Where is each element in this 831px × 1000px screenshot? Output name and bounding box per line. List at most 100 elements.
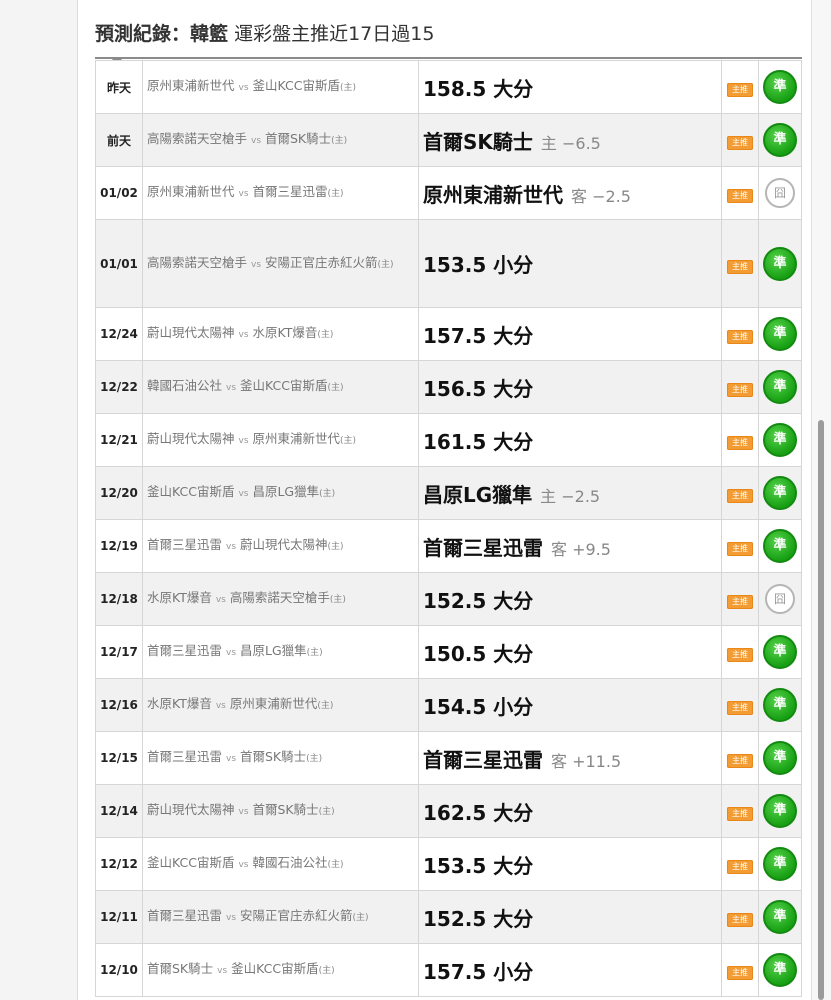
home-marker: (主) bbox=[317, 701, 334, 711]
table-row: 01/02 原州東浦新世代 vs 首爾三星迅雷(主) 原州東浦新世代客 −2.5 主推… bbox=[95, 166, 802, 220]
record-pick: 152.5 大分 bbox=[418, 572, 722, 626]
home-marker: (主) bbox=[318, 966, 335, 976]
pick-odds: 客 +9.5 bbox=[551, 539, 611, 559]
main-pick-tag-icon: 主推 bbox=[727, 860, 753, 874]
vs-label: vs bbox=[251, 259, 262, 270]
main-pick-tag-icon: 主推 bbox=[727, 595, 753, 609]
table-row: 12/20 釜山KCC宙斯盾 vs 昌原LG獵隼(主) 昌原LG獵隼主 −2.5 主推… bbox=[95, 466, 802, 520]
table-row: 12/19 首爾三星迅雷 vs 蔚山現代太陽神(主) 首爾三星迅雷客 +9.5 主推準 bbox=[95, 519, 802, 573]
record-matchup[interactable]: 蔚山現代太陽神 vs 原州東浦新世代(主) bbox=[142, 413, 419, 467]
hit-badge-icon: 準 bbox=[763, 953, 797, 987]
record-matchup[interactable]: 釜山KCC宙斯盾 vs 昌原LG獵隼(主) bbox=[142, 466, 419, 520]
away-team: 水原KT爆音 bbox=[147, 590, 212, 605]
record-matchup[interactable]: 首爾SK騎士 vs 釜山KCC宙斯盾(主) bbox=[142, 943, 419, 997]
hit-badge-icon: 準 bbox=[763, 688, 797, 722]
table-row: 12/18 水原KT爆音 vs 高陽索諾天空槍手(主) 152.5 大分 主推囧 bbox=[95, 572, 802, 626]
main-pick-tag-icon: 主推 bbox=[727, 189, 753, 203]
away-team: 釜山KCC宙斯盾 bbox=[147, 855, 235, 870]
away-team: 水原KT爆音 bbox=[147, 696, 212, 711]
vs-label: vs bbox=[238, 189, 249, 199]
away-team: 蔚山現代太陽神 bbox=[147, 325, 235, 340]
home-team: 首爾三星迅雷 bbox=[252, 184, 328, 199]
record-pick: 162.5 大分 bbox=[418, 784, 722, 838]
home-marker: (主) bbox=[377, 259, 394, 270]
record-matchup[interactable]: 原州東浦新世代 vs 首爾三星迅雷(主) bbox=[142, 166, 419, 220]
table-row: 昨天 原州東浦新世代 vs 釜山KCC宙斯盾(主) 158.5 大分 主推準 bbox=[95, 60, 802, 114]
record-matchup[interactable]: 原州東浦新世代 vs 釜山KCC宙斯盾(主) bbox=[142, 60, 419, 114]
record-result-cell: 準 bbox=[758, 466, 802, 520]
scrollbar-thumb[interactable] bbox=[818, 420, 824, 1000]
record-tag-cell: 主推 bbox=[721, 519, 759, 573]
record-date: 12/15 bbox=[95, 731, 143, 785]
left-gutter bbox=[0, 0, 78, 1000]
home-marker: (主) bbox=[340, 436, 357, 446]
home-team: 原州東浦新世代 bbox=[252, 431, 341, 446]
record-matchup[interactable]: 高陽索諾天空槍手 vs 安陽正官庄赤紅火箭(主) bbox=[142, 219, 419, 308]
main-pick-tag-icon: 主推 bbox=[727, 259, 753, 274]
record-pick: 首爾三星迅雷客 +11.5 bbox=[418, 731, 722, 785]
record-matchup[interactable]: 韓國石油公社 vs 釜山KCC宙斯盾(主) bbox=[142, 360, 419, 414]
record-matchup[interactable]: 首爾三星迅雷 vs 蔚山現代太陽神(主) bbox=[142, 519, 419, 573]
home-team: 水原KT爆音 bbox=[252, 325, 318, 340]
record-matchup[interactable]: 首爾三星迅雷 vs 安陽正官庄赤紅火箭(主) bbox=[142, 890, 419, 944]
home-marker: (主) bbox=[327, 860, 344, 870]
record-pick: 157.5 小分 bbox=[418, 943, 722, 997]
record-tag-cell: 主推 bbox=[721, 60, 759, 114]
hit-badge-icon: 準 bbox=[763, 529, 797, 563]
record-pick: 首爾SK騎士主 −6.5 bbox=[418, 113, 722, 167]
record-matchup[interactable]: 蔚山現代太陽神 vs 首爾SK騎士(主) bbox=[142, 784, 419, 838]
vs-label: vs bbox=[238, 83, 249, 93]
main-pick-tag-icon: 主推 bbox=[727, 330, 753, 344]
main-pick-tag-icon: 主推 bbox=[727, 807, 753, 821]
main-pick-tag-icon: 主推 bbox=[727, 648, 753, 662]
vs-label: vs bbox=[226, 383, 237, 393]
record-matchup[interactable]: 水原KT爆音 vs 原州東浦新世代(主) bbox=[142, 678, 419, 732]
away-team: 原州東浦新世代 bbox=[147, 78, 235, 93]
record-matchup[interactable]: 高陽索諾天空槍手 vs 首爾SK騎士(主) bbox=[142, 113, 419, 167]
record-result-cell: 準 bbox=[758, 625, 802, 679]
record-tag-cell: 主推 bbox=[721, 837, 759, 891]
record-matchup[interactable]: 首爾三星迅雷 vs 首爾SK騎士(主) bbox=[142, 731, 419, 785]
vs-label: vs bbox=[238, 489, 249, 499]
vs-label: vs bbox=[215, 701, 226, 711]
main-pick-tag-icon: 主推 bbox=[727, 383, 753, 397]
record-date: 12/21 bbox=[95, 413, 143, 467]
home-team: 安陽正官庄赤紅火箭 bbox=[265, 254, 378, 270]
home-marker: (主) bbox=[317, 330, 334, 340]
table-row: 12/10 首爾SK騎士 vs 釜山KCC宙斯盾(主) 157.5 小分 主推準 bbox=[95, 943, 802, 997]
main-pick-tag-icon: 主推 bbox=[727, 489, 753, 503]
record-tag-cell: 主推 bbox=[721, 943, 759, 997]
record-date: 12/10 bbox=[95, 943, 143, 997]
record-matchup[interactable]: 水原KT爆音 vs 高陽索諾天空槍手(主) bbox=[142, 572, 419, 626]
record-pick: 152.5 大分 bbox=[418, 890, 722, 944]
record-date: 12/14 bbox=[95, 784, 143, 838]
main-pick-tag-icon: 主推 bbox=[727, 436, 753, 450]
pick-text: 152.5 大分 bbox=[423, 906, 534, 931]
pick-text: 原州東浦新世代 bbox=[423, 182, 563, 207]
home-marker: (主) bbox=[327, 189, 344, 199]
pick-text: 首爾三星迅雷 bbox=[423, 747, 543, 772]
home-marker: (主) bbox=[319, 489, 336, 499]
record-date: 12/11 bbox=[95, 890, 143, 944]
pick-text: 157.5 大分 bbox=[423, 323, 534, 348]
record-matchup[interactable]: 蔚山現代太陽神 vs 水原KT爆音(主) bbox=[142, 307, 419, 361]
pick-text: 首爾SK騎士 bbox=[423, 129, 533, 154]
title-bold: 預測紀錄：韓籃 bbox=[95, 23, 229, 45]
away-team: 原州東浦新世代 bbox=[147, 184, 235, 199]
main-pick-tag-icon: 主推 bbox=[727, 136, 753, 150]
record-result-cell: 準 bbox=[758, 784, 802, 838]
away-team: 釜山KCC宙斯盾 bbox=[147, 484, 235, 499]
vs-label: vs bbox=[238, 860, 249, 870]
record-pick: 157.5 大分 bbox=[418, 307, 722, 361]
home-team: 昌原LG獵隼 bbox=[252, 484, 320, 499]
record-date: 12/12 bbox=[95, 837, 143, 891]
pick-odds: 主 −6.5 bbox=[540, 133, 601, 153]
home-marker: (主) bbox=[329, 595, 346, 605]
record-result-cell: 囧 bbox=[758, 166, 802, 220]
record-matchup[interactable]: 首爾三星迅雷 vs 昌原LG獵隼(主) bbox=[142, 625, 419, 679]
home-team: 高陽索諾天空槍手 bbox=[229, 590, 330, 605]
record-matchup[interactable]: 釜山KCC宙斯盾 vs 韓國石油公社(主) bbox=[142, 837, 419, 891]
main-pick-tag-icon: 主推 bbox=[727, 701, 753, 715]
record-date: 12/24 bbox=[95, 307, 143, 361]
table-row: 12/11 首爾三星迅雷 vs 安陽正官庄赤紅火箭(主) 152.5 大分 主推準 bbox=[95, 890, 802, 944]
